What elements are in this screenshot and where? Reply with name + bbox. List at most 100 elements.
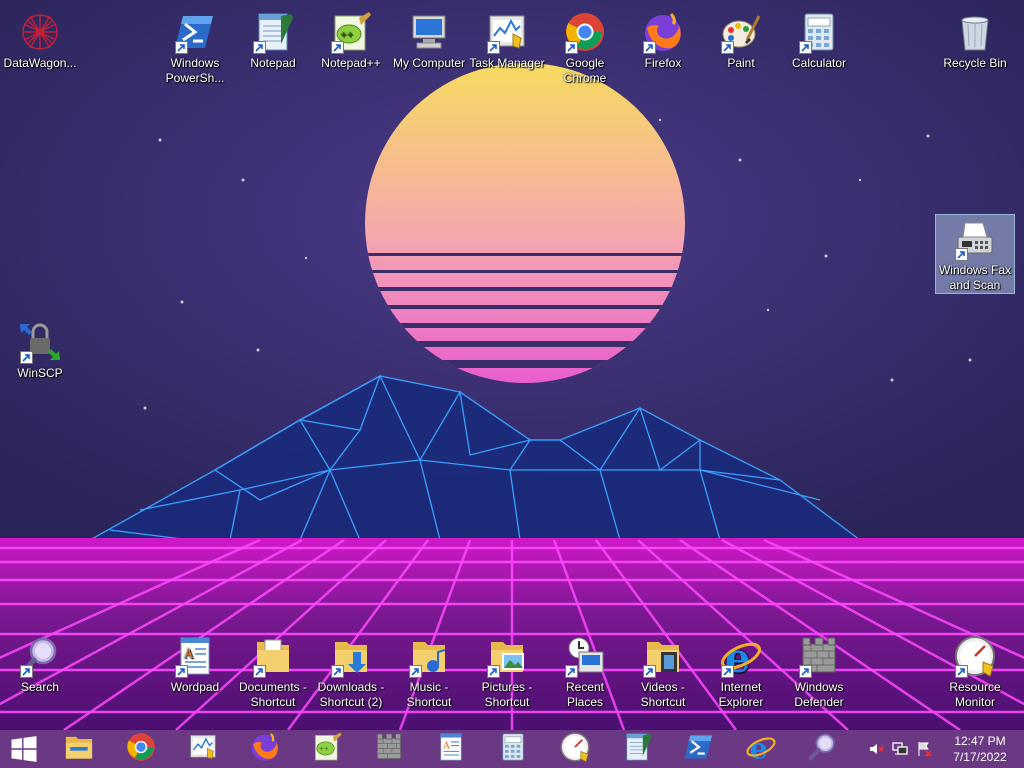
datawagon-icon[interactable]: DataWagon... [0, 8, 80, 71]
fax-icon [953, 217, 997, 261]
windows-fax-and-scan-icon[interactable]: Windows Fax and Scan [935, 214, 1015, 294]
desktop-icon-label: DataWagon... [3, 56, 77, 70]
taskbar-file-explorer[interactable] [48, 730, 110, 768]
windows-defender-icon[interactable]: Windows Defender [779, 632, 859, 710]
taskbar-windows-defender[interactable] [358, 730, 420, 768]
winscp-icon[interactable]: WinSCP [0, 318, 80, 381]
system-tray: 12:47 PM 7/17/2022 [864, 730, 1024, 768]
desktop-icon-label: Calculator [791, 56, 847, 70]
shortcut-arrow-icon [175, 665, 188, 678]
desktop-icon-label: Recent Places [565, 680, 605, 709]
firefox-icon[interactable]: Firefox [623, 8, 703, 71]
desktop-icon-label: Internet Explorer [718, 680, 764, 709]
shortcut-arrow-icon [409, 665, 422, 678]
wordpad-icon[interactable]: A Wordpad [155, 632, 235, 695]
shortcut-arrow-icon [565, 41, 578, 54]
taskbar-calculator[interactable] [482, 730, 544, 768]
explorer-icon [63, 731, 95, 768]
taskbar-chrome[interactable] [110, 730, 172, 768]
taskbar-internet-explorer[interactable]: e [730, 730, 792, 768]
downloads-shortcut-icon[interactable]: Downloads - Shortcut (2) [311, 632, 391, 710]
shortcut-arrow-icon [565, 665, 578, 678]
documents-shortcut-icon[interactable]: Documents - Shortcut [233, 632, 313, 710]
datawagon-icon [18, 10, 62, 54]
shortcut-arrow-icon [253, 41, 266, 54]
paint-icon[interactable]: Paint [701, 8, 781, 71]
shortcut-arrow-icon [955, 665, 968, 678]
taskbar-search[interactable] [792, 730, 854, 768]
notepad-plus-plus-icon[interactable]: ++ Notepad++ [311, 8, 391, 71]
wordpad-icon: A [435, 731, 467, 768]
notepad-icon[interactable]: Notepad [233, 8, 313, 71]
desktop-icon-label: Resource Monitor [949, 680, 1001, 709]
desktop-icon-label: Notepad++ [321, 56, 381, 70]
shortcut-arrow-icon [721, 665, 734, 678]
taskmgr-icon [485, 10, 529, 54]
taskbar-notepad[interactable] [606, 730, 668, 768]
shortcut-arrow-icon [20, 665, 33, 678]
desktop-icon-label: Paint [727, 56, 755, 70]
desktop-wallpaper [0, 0, 1024, 730]
start-button[interactable] [0, 730, 48, 768]
notepadpp-icon: ++ [329, 10, 373, 54]
resmon-icon [953, 634, 997, 678]
my-computer-icon[interactable]: My Computer [389, 8, 469, 71]
taskbar-notepad-plus-plus[interactable]: ++ [296, 730, 358, 768]
action-center-icon[interactable] [912, 730, 936, 768]
shortcut-arrow-icon [487, 665, 500, 678]
paint-icon [719, 10, 763, 54]
defender-icon [797, 634, 841, 678]
pictures-shortcut-icon[interactable]: Pictures - Shortcut [467, 632, 547, 710]
recent-places-icon[interactable]: Recent Places [545, 632, 625, 710]
taskbar-clock[interactable]: 12:47 PM 7/17/2022 [936, 733, 1024, 765]
folder-music-icon [407, 634, 451, 678]
firefox-icon [641, 10, 685, 54]
volume-muted-icon[interactable] [864, 730, 888, 768]
task-manager-icon[interactable]: Task Manager [467, 8, 547, 71]
google-chrome-icon[interactable]: Google Chrome [545, 8, 625, 86]
videos-shortcut-icon[interactable]: Videos - Shortcut [623, 632, 703, 710]
desktop-icon-label: Firefox [644, 56, 682, 70]
desktop-icon-label: Music - Shortcut [406, 680, 452, 709]
shortcut-arrow-icon [643, 41, 656, 54]
calculator-icon [797, 10, 841, 54]
shortcut-arrow-icon [799, 665, 812, 678]
chrome-icon [563, 10, 607, 54]
resource-monitor-icon[interactable]: Resource Monitor [935, 632, 1015, 710]
desktop-icon-label: WinSCP [17, 366, 63, 380]
taskbar-firefox[interactable] [234, 730, 296, 768]
music-shortcut-icon[interactable]: Music - Shortcut [389, 632, 469, 710]
windows-powershell-icon[interactable]: Windows PowerSh... [155, 8, 235, 86]
taskbar-wordpad[interactable]: A [420, 730, 482, 768]
folder-docs-icon [251, 634, 295, 678]
shortcut-arrow-icon [643, 665, 656, 678]
calculator-icon[interactable]: Calculator [779, 8, 859, 71]
desktop-icon-label: Windows PowerSh... [165, 56, 225, 85]
internet-explorer-icon[interactable]: e Internet Explorer [701, 632, 781, 710]
search-desktop-icon[interactable]: Search [0, 632, 80, 695]
recycle-icon [953, 10, 997, 54]
shortcut-arrow-icon [175, 41, 188, 54]
folder-down-icon [329, 634, 373, 678]
recycle-bin-icon[interactable]: Recycle Bin [935, 8, 1015, 71]
desktop-icon-label: Windows Defender [794, 680, 844, 709]
svg-text:A: A [442, 740, 450, 751]
desktop-icon-label: Downloads - Shortcut (2) [317, 680, 385, 709]
taskbar: ++ Ae 12:47 PM 7/17/2022 [0, 730, 1024, 768]
recent-icon [563, 634, 607, 678]
desktop-icon-label: My Computer [392, 56, 466, 70]
network-icon[interactable] [888, 730, 912, 768]
clock-date: 7/17/2022 [953, 750, 1007, 764]
notepadpp-icon: ++ [311, 731, 343, 768]
shortcut-arrow-icon [331, 41, 344, 54]
taskbar-task-manager[interactable] [172, 730, 234, 768]
desktop-icon-label: Google Chrome [563, 56, 607, 85]
ie-icon: e [745, 731, 777, 768]
chrome-icon [125, 731, 157, 768]
notepad-icon [251, 10, 295, 54]
firefox-icon [249, 731, 281, 768]
taskbar-resource-monitor[interactable] [544, 730, 606, 768]
folder-video-icon [641, 634, 685, 678]
calculator-icon [497, 731, 529, 768]
taskbar-powershell[interactable] [668, 730, 730, 768]
